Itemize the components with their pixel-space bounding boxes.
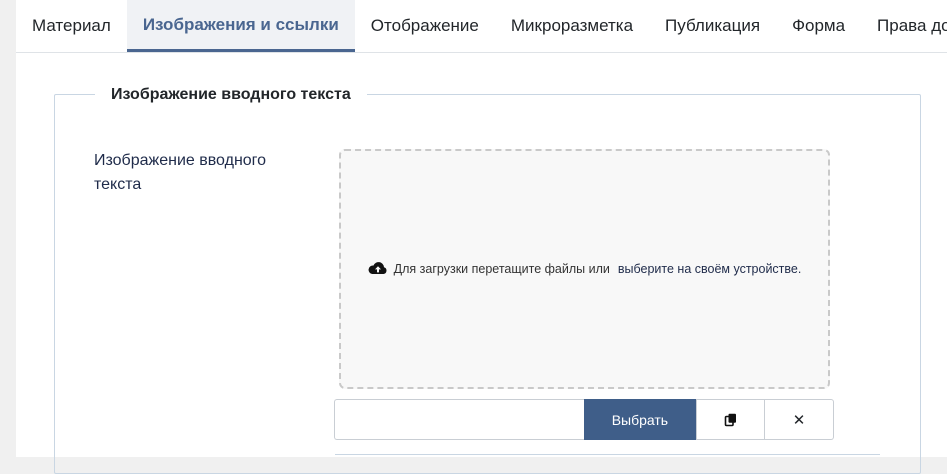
dropzone-message: Для загрузки перетащите файлы или выбери… xyxy=(368,261,801,277)
tab-form[interactable]: Форма xyxy=(776,0,861,52)
article-edit-panel: Материал Изображения и ссылки Отображени… xyxy=(16,0,947,474)
fieldset-legend: Изображение вводного текста xyxy=(95,85,367,105)
media-path-input[interactable] xyxy=(334,399,584,440)
tab-permissions[interactable]: Права доступа xyxy=(861,0,947,52)
intro-image-label: Изображение вводного текста xyxy=(94,152,267,193)
tab-publishing[interactable]: Публикация xyxy=(649,0,776,52)
select-button[interactable]: Выбрать xyxy=(583,399,697,440)
tab-material[interactable]: Материал xyxy=(16,0,127,52)
cloud-upload-icon xyxy=(368,262,387,274)
upload-dropzone[interactable]: Для загрузки перетащите файлы или выбери… xyxy=(339,149,830,389)
tab-microdata[interactable]: Микроразметка xyxy=(495,0,649,52)
tab-bar: Материал Изображения и ссылки Отображени… xyxy=(16,0,947,53)
clear-button[interactable]: ✕ xyxy=(765,399,834,440)
dropzone-text: Для загрузки перетащите файлы или xyxy=(393,262,610,276)
intro-image-fieldset: Изображение вводного текста Изображение … xyxy=(54,85,921,474)
media-field: Выбрать ✕ xyxy=(334,399,834,440)
choose-from-device-link[interactable]: выберите на своём устройстве. xyxy=(618,262,801,276)
tab-images-links[interactable]: Изображения и ссылки xyxy=(126,0,355,52)
copy-icon xyxy=(724,413,736,426)
tab-display[interactable]: Отображение xyxy=(355,0,495,52)
copy-button[interactable] xyxy=(696,399,766,440)
divider xyxy=(335,454,880,455)
